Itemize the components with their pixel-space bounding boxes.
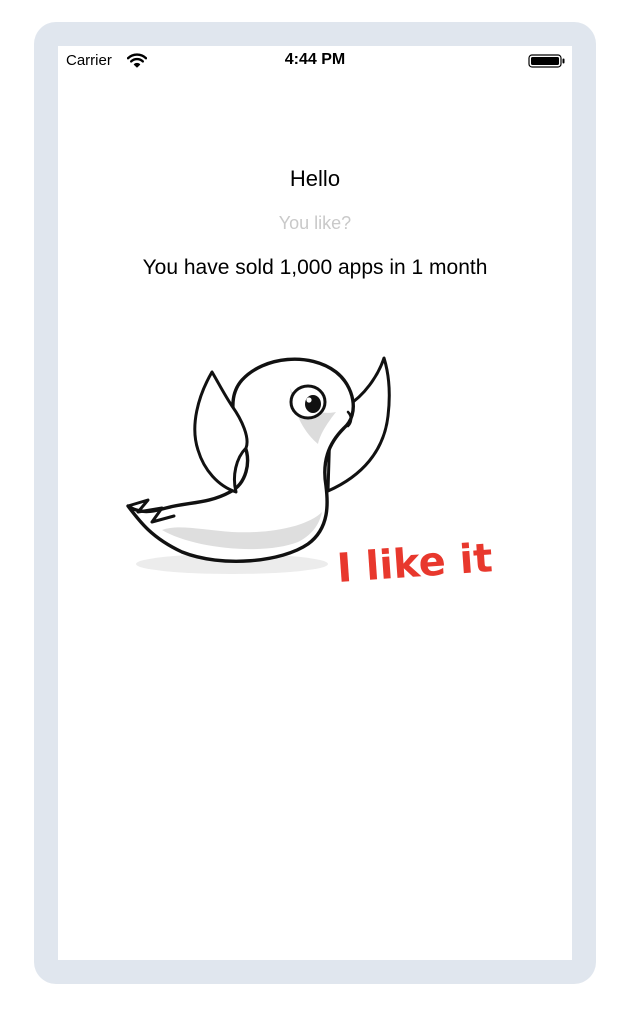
battery-full-icon <box>528 54 565 68</box>
question-label: You like? <box>278 213 352 233</box>
bird-eye-highlight <box>306 397 312 403</box>
device-frame: Carrier 4:44 PM Hello You like? You have… <box>34 22 596 984</box>
happy-bird-illustration: I like it! <box>126 356 492 586</box>
app-screen: Carrier 4:44 PM Hello You like? You have… <box>58 46 572 960</box>
illustration-caption: I like it! <box>335 534 492 586</box>
status-bar: Carrier 4:44 PM <box>58 46 572 76</box>
greeting-label: Hello <box>289 166 341 191</box>
status-time: 4:44 PM <box>284 51 346 68</box>
bird-pupil <box>305 395 321 413</box>
sales-message-label: You have sold 1,000 apps in 1 month <box>142 256 488 279</box>
